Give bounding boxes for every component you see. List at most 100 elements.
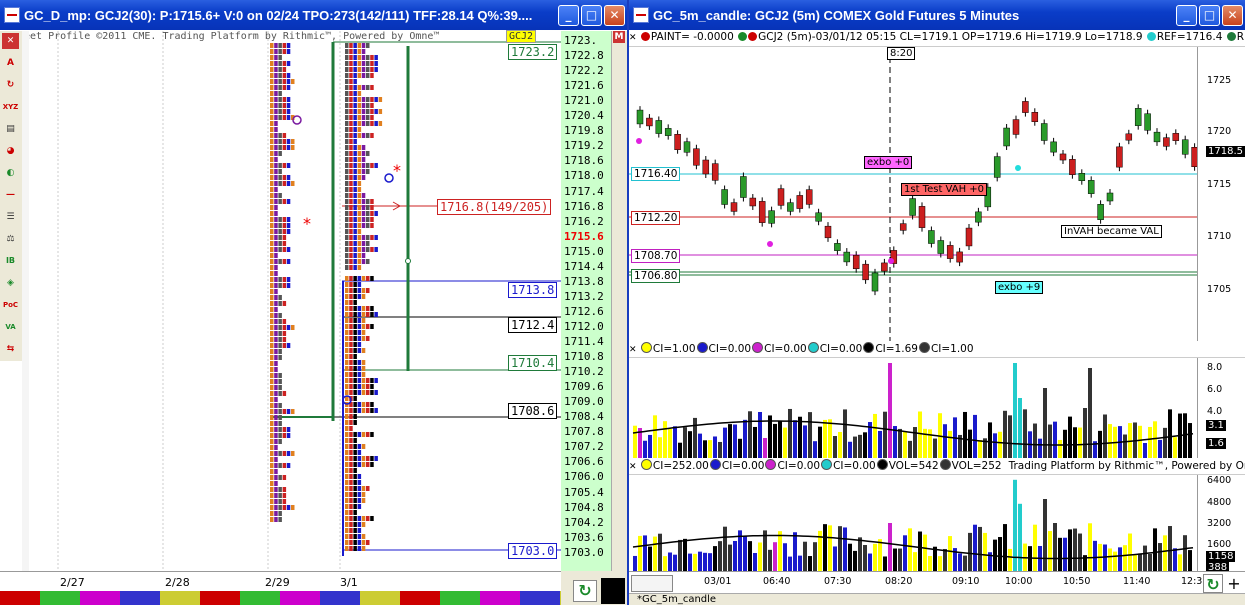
ci-panel[interactable] bbox=[629, 358, 1197, 458]
tpo-letter bbox=[361, 540, 366, 545]
tpo-letter bbox=[361, 247, 366, 252]
refresh-button[interactable]: ↻ bbox=[573, 580, 597, 602]
tpo-letter bbox=[361, 121, 366, 126]
minimize-icon[interactable]: _ bbox=[558, 4, 579, 26]
volume-panel[interactable] bbox=[629, 475, 1197, 571]
histogram-bar bbox=[1163, 535, 1167, 571]
tpo-letter bbox=[345, 426, 349, 431]
bars-icon[interactable]: ☰ bbox=[2, 209, 19, 225]
color-wheel-icon[interactable]: ◕ bbox=[2, 143, 19, 159]
left-title-bar[interactable]: GC_D_mp: GCJ2(30): P:1715.6+ V:0 on 02/2… bbox=[0, 0, 627, 30]
tpo-letter bbox=[345, 348, 349, 353]
maximize-icon[interactable]: □ bbox=[581, 4, 602, 26]
tpo-letter bbox=[353, 384, 357, 389]
tpo-letter bbox=[270, 211, 274, 216]
tpo-letter bbox=[374, 97, 378, 102]
close-panel-icon[interactable]: ✕ bbox=[2, 33, 19, 49]
histogram-bar bbox=[1083, 408, 1087, 458]
tpo-letter bbox=[366, 306, 370, 311]
tpo-letter bbox=[345, 175, 349, 180]
right-title-bar[interactable]: GC_5m_candle: GCJ2 (5m) COMEX Gold Futur… bbox=[629, 0, 1245, 30]
legend-dot bbox=[807, 342, 819, 353]
maximize-icon[interactable]: □ bbox=[1199, 4, 1220, 26]
candle-body bbox=[843, 251, 851, 263]
histogram-bar bbox=[643, 440, 647, 458]
tpo-letter bbox=[286, 181, 291, 186]
balance-icon[interactable]: ⚖ bbox=[2, 231, 19, 247]
tool-a-icon[interactable]: A bbox=[2, 55, 19, 71]
refresh-icon[interactable]: ↻ bbox=[2, 77, 19, 93]
tpo-letter bbox=[353, 109, 357, 114]
tpo-letter bbox=[286, 175, 291, 180]
histogram-bar bbox=[1078, 533, 1082, 571]
close-icon[interactable]: ✕ bbox=[1222, 4, 1243, 26]
histogram-bar bbox=[1073, 528, 1077, 571]
tpo-letter bbox=[274, 361, 278, 366]
tpo-letter bbox=[353, 205, 357, 210]
axis-label: 1715 bbox=[1207, 179, 1232, 190]
tpo-letter bbox=[274, 247, 278, 252]
tpo-letter bbox=[370, 462, 374, 467]
tpo-letter bbox=[357, 253, 362, 258]
sheet-icon[interactable]: ▤ bbox=[2, 121, 19, 137]
panel-close-icon[interactable]: ✕ bbox=[629, 345, 637, 355]
add-panel-icon[interactable]: + bbox=[1225, 574, 1243, 593]
minimize-icon[interactable]: _ bbox=[1176, 4, 1197, 26]
poc-icon[interactable]: PoC bbox=[2, 297, 19, 313]
line-tool-icon[interactable]: — bbox=[2, 187, 19, 203]
tpo-letter bbox=[361, 175, 366, 180]
tpo-letter bbox=[286, 505, 291, 510]
tpo-letter bbox=[353, 247, 357, 252]
tpo-letter bbox=[345, 133, 349, 138]
tpo-letter bbox=[270, 49, 274, 54]
play-icon[interactable]: ◐ bbox=[2, 165, 19, 181]
tpo-letter bbox=[278, 277, 282, 282]
histogram-bar bbox=[1173, 437, 1177, 458]
tpo-letter bbox=[282, 61, 287, 66]
tpo-letter bbox=[291, 409, 295, 414]
candle-body bbox=[965, 227, 973, 247]
tpo-letter bbox=[282, 343, 287, 348]
tpo-letter bbox=[282, 319, 287, 324]
price-scrollbar[interactable]: M bbox=[611, 31, 627, 571]
tpo-letter bbox=[366, 103, 370, 108]
tpo-letter bbox=[274, 235, 278, 240]
tpo-letter bbox=[274, 223, 278, 228]
tpo-letter bbox=[270, 445, 274, 450]
tpo-letter bbox=[370, 205, 374, 210]
va-icon[interactable]: VA bbox=[2, 319, 19, 335]
color-swatch-button[interactable] bbox=[601, 578, 625, 604]
tpo-letter bbox=[349, 157, 353, 162]
refresh-button[interactable]: ↻ bbox=[1203, 574, 1223, 594]
tpo-letter bbox=[345, 342, 349, 347]
tpo-letter bbox=[345, 235, 349, 240]
candle-body bbox=[1106, 192, 1114, 202]
tpo-letter bbox=[274, 43, 278, 48]
diamond-icon[interactable]: ◈ bbox=[2, 275, 19, 291]
tpo-letter bbox=[270, 157, 274, 162]
xyz-icon[interactable]: XYZ bbox=[2, 99, 19, 115]
chart-tab[interactable]: *GC_5m_candle bbox=[637, 594, 716, 605]
tpo-letter bbox=[274, 421, 278, 426]
tpo-letter bbox=[282, 145, 287, 150]
tpo-letter bbox=[270, 409, 274, 414]
candle-body bbox=[871, 272, 879, 292]
tpo-letter bbox=[282, 391, 287, 396]
tpo-letter bbox=[349, 217, 353, 222]
histogram-bar bbox=[1128, 533, 1132, 571]
histogram-bar bbox=[833, 435, 837, 458]
price-panel[interactable]: 8:20 1716.40 1712.20 1708.70 1706.80 exb… bbox=[629, 47, 1198, 341]
close-icon[interactable]: ✕ bbox=[604, 4, 625, 26]
date-label: 3/1 bbox=[340, 576, 358, 589]
tpo-letter bbox=[370, 211, 374, 216]
scroll-box[interactable] bbox=[631, 575, 673, 592]
candle-body bbox=[852, 254, 860, 270]
panel-close-icon[interactable]: ✕ bbox=[629, 33, 637, 43]
tpo-letter bbox=[270, 217, 274, 222]
ib-icon[interactable]: IB bbox=[2, 253, 19, 269]
candle-body bbox=[975, 211, 982, 223]
tpo-letter bbox=[270, 391, 274, 396]
arrows-icon[interactable]: ⇆ bbox=[2, 341, 19, 357]
panel-close-icon[interactable]: ✕ bbox=[629, 462, 637, 472]
histogram-bar bbox=[783, 543, 787, 571]
